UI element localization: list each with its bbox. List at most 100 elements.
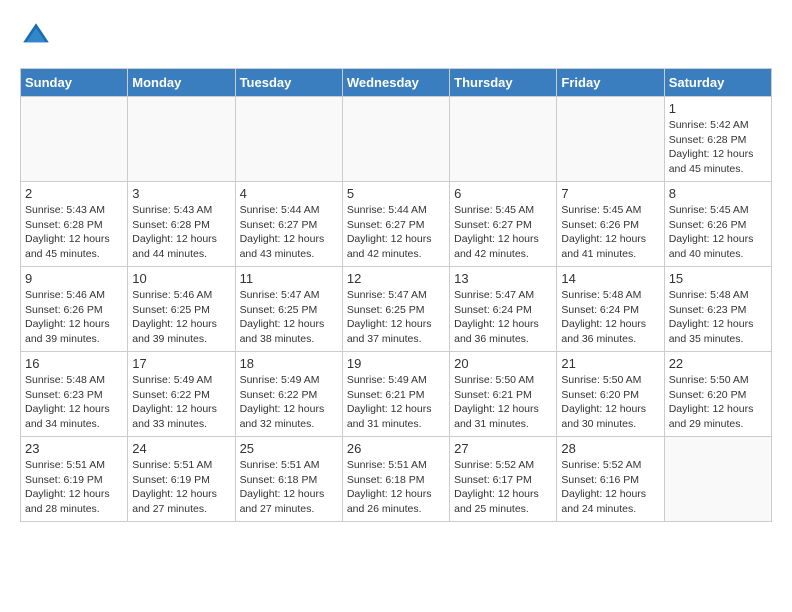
day-info: Sunrise: 5:51 AM Sunset: 6:18 PM Dayligh… (347, 458, 445, 517)
calendar-day-15: 15 Sunrise: 5:48 AM Sunset: 6:23 PM Dayli… (664, 267, 771, 352)
day-number: 14 (561, 271, 659, 286)
calendar-header-wednesday: Wednesday (342, 69, 449, 97)
calendar-day-3: 3 Sunrise: 5:43 AM Sunset: 6:28 PM Daylig… (128, 182, 235, 267)
calendar-header-friday: Friday (557, 69, 664, 97)
calendar-header-saturday: Saturday (664, 69, 771, 97)
day-info: Sunrise: 5:51 AM Sunset: 6:19 PM Dayligh… (25, 458, 123, 517)
day-number: 2 (25, 186, 123, 201)
day-info: Sunrise: 5:47 AM Sunset: 6:24 PM Dayligh… (454, 288, 552, 347)
day-info: Sunrise: 5:50 AM Sunset: 6:21 PM Dayligh… (454, 373, 552, 432)
calendar-header-monday: Monday (128, 69, 235, 97)
calendar-week-2: 9 Sunrise: 5:46 AM Sunset: 6:26 PM Daylig… (21, 267, 772, 352)
calendar-day-12: 12 Sunrise: 5:47 AM Sunset: 6:25 PM Dayli… (342, 267, 449, 352)
logo-icon (20, 20, 52, 52)
day-number: 5 (347, 186, 445, 201)
day-number: 24 (132, 441, 230, 456)
day-number: 6 (454, 186, 552, 201)
calendar-week-4: 23 Sunrise: 5:51 AM Sunset: 6:19 PM Dayli… (21, 437, 772, 522)
day-number: 10 (132, 271, 230, 286)
day-number: 17 (132, 356, 230, 371)
calendar-day-27: 27Sunrise: 5:52 AM Sunset: 6:17 PM Dayli… (450, 437, 557, 522)
calendar-day-empty (235, 97, 342, 182)
day-info: Sunrise: 5:48 AM Sunset: 6:23 PM Dayligh… (669, 288, 767, 347)
day-number: 23 (25, 441, 123, 456)
day-info: Sunrise: 5:45 AM Sunset: 6:27 PM Dayligh… (454, 203, 552, 262)
day-info: Sunrise: 5:45 AM Sunset: 6:26 PM Dayligh… (669, 203, 767, 262)
calendar-day-4: 4 Sunrise: 5:44 AM Sunset: 6:27 PM Daylig… (235, 182, 342, 267)
calendar-day-24: 24 Sunrise: 5:51 AM Sunset: 6:19 PM Dayli… (128, 437, 235, 522)
calendar-header-thursday: Thursday (450, 69, 557, 97)
calendar-day-6: 6 Sunrise: 5:45 AM Sunset: 6:27 PM Daylig… (450, 182, 557, 267)
calendar-week-3: 16Sunrise: 5:48 AM Sunset: 6:23 PM Dayli… (21, 352, 772, 437)
page-header (20, 20, 772, 52)
calendar-day-23: 23 Sunrise: 5:51 AM Sunset: 6:19 PM Dayli… (21, 437, 128, 522)
calendar-day-14: 14 Sunrise: 5:48 AM Sunset: 6:24 PM Dayli… (557, 267, 664, 352)
calendar-week-0: 1 Sunrise: 5:42 AM Sunset: 6:28 PM Daylig… (21, 97, 772, 182)
day-info: Sunrise: 5:51 AM Sunset: 6:18 PM Dayligh… (240, 458, 338, 517)
day-info: Sunrise: 5:44 AM Sunset: 6:27 PM Dayligh… (240, 203, 338, 262)
day-number: 15 (669, 271, 767, 286)
day-info: Sunrise: 5:52 AM Sunset: 6:16 PM Dayligh… (561, 458, 659, 517)
calendar-day-22: 22 Sunrise: 5:50 AM Sunset: 6:20 PM Dayli… (664, 352, 771, 437)
day-info: Sunrise: 5:50 AM Sunset: 6:20 PM Dayligh… (669, 373, 767, 432)
calendar-day-7: 7 Sunrise: 5:45 AM Sunset: 6:26 PM Daylig… (557, 182, 664, 267)
day-info: Sunrise: 5:49 AM Sunset: 6:21 PM Dayligh… (347, 373, 445, 432)
day-number: 21 (561, 356, 659, 371)
day-info: Sunrise: 5:47 AM Sunset: 6:25 PM Dayligh… (347, 288, 445, 347)
day-number: 11 (240, 271, 338, 286)
day-info: Sunrise: 5:45 AM Sunset: 6:26 PM Dayligh… (561, 203, 659, 262)
day-info: Sunrise: 5:42 AM Sunset: 6:28 PM Dayligh… (669, 118, 767, 177)
day-number: 8 (669, 186, 767, 201)
calendar-day-18: 18 Sunrise: 5:49 AM Sunset: 6:22 PM Dayli… (235, 352, 342, 437)
calendar-day-8: 8 Sunrise: 5:45 AM Sunset: 6:26 PM Daylig… (664, 182, 771, 267)
day-info: Sunrise: 5:50 AM Sunset: 6:20 PM Dayligh… (561, 373, 659, 432)
calendar-day-5: 5 Sunrise: 5:44 AM Sunset: 6:27 PM Daylig… (342, 182, 449, 267)
day-info: Sunrise: 5:46 AM Sunset: 6:26 PM Dayligh… (25, 288, 123, 347)
calendar-day-16: 16Sunrise: 5:48 AM Sunset: 6:23 PM Dayli… (21, 352, 128, 437)
day-number: 4 (240, 186, 338, 201)
calendar-table: SundayMondayTuesdayWednesdayThursdayFrid… (20, 68, 772, 522)
calendar-day-10: 10 Sunrise: 5:46 AM Sunset: 6:25 PM Dayli… (128, 267, 235, 352)
calendar-day-empty (21, 97, 128, 182)
calendar-day-21: 21 Sunrise: 5:50 AM Sunset: 6:20 PM Dayli… (557, 352, 664, 437)
day-number: 18 (240, 356, 338, 371)
calendar-day-1: 1 Sunrise: 5:42 AM Sunset: 6:28 PM Daylig… (664, 97, 771, 182)
day-info: Sunrise: 5:46 AM Sunset: 6:25 PM Dayligh… (132, 288, 230, 347)
calendar-day-25: 25 Sunrise: 5:51 AM Sunset: 6:18 PM Dayli… (235, 437, 342, 522)
day-number: 28 (561, 441, 659, 456)
calendar-day-empty (342, 97, 449, 182)
calendar-day-11: 11 Sunrise: 5:47 AM Sunset: 6:25 PM Dayli… (235, 267, 342, 352)
day-number: 13 (454, 271, 552, 286)
day-number: 27 (454, 441, 552, 456)
calendar-header-row: SundayMondayTuesdayWednesdayThursdayFrid… (21, 69, 772, 97)
calendar-day-empty (450, 97, 557, 182)
day-number: 16 (25, 356, 123, 371)
day-number: 20 (454, 356, 552, 371)
calendar-header-tuesday: Tuesday (235, 69, 342, 97)
calendar-day-2: 2 Sunrise: 5:43 AM Sunset: 6:28 PM Daylig… (21, 182, 128, 267)
day-number: 3 (132, 186, 230, 201)
day-number: 1 (669, 101, 767, 116)
calendar-day-26: 26 Sunrise: 5:51 AM Sunset: 6:18 PM Dayli… (342, 437, 449, 522)
day-number: 7 (561, 186, 659, 201)
calendar-day-19: 19 Sunrise: 5:49 AM Sunset: 6:21 PM Dayli… (342, 352, 449, 437)
day-info: Sunrise: 5:49 AM Sunset: 6:22 PM Dayligh… (240, 373, 338, 432)
day-info: Sunrise: 5:48 AM Sunset: 6:24 PM Dayligh… (561, 288, 659, 347)
day-number: 26 (347, 441, 445, 456)
logo (20, 20, 56, 52)
calendar-day-empty (664, 437, 771, 522)
day-info: Sunrise: 5:51 AM Sunset: 6:19 PM Dayligh… (132, 458, 230, 517)
day-info: Sunrise: 5:47 AM Sunset: 6:25 PM Dayligh… (240, 288, 338, 347)
day-number: 12 (347, 271, 445, 286)
calendar-day-20: 20 Sunrise: 5:50 AM Sunset: 6:21 PM Dayli… (450, 352, 557, 437)
day-number: 22 (669, 356, 767, 371)
calendar-day-9: 9 Sunrise: 5:46 AM Sunset: 6:26 PM Daylig… (21, 267, 128, 352)
day-number: 19 (347, 356, 445, 371)
day-number: 9 (25, 271, 123, 286)
day-info: Sunrise: 5:43 AM Sunset: 6:28 PM Dayligh… (132, 203, 230, 262)
day-info: Sunrise: 5:44 AM Sunset: 6:27 PM Dayligh… (347, 203, 445, 262)
day-info: Sunrise: 5:43 AM Sunset: 6:28 PM Dayligh… (25, 203, 123, 262)
calendar-day-empty (128, 97, 235, 182)
calendar-day-17: 17Sunrise: 5:49 AM Sunset: 6:22 PM Dayli… (128, 352, 235, 437)
day-number: 25 (240, 441, 338, 456)
